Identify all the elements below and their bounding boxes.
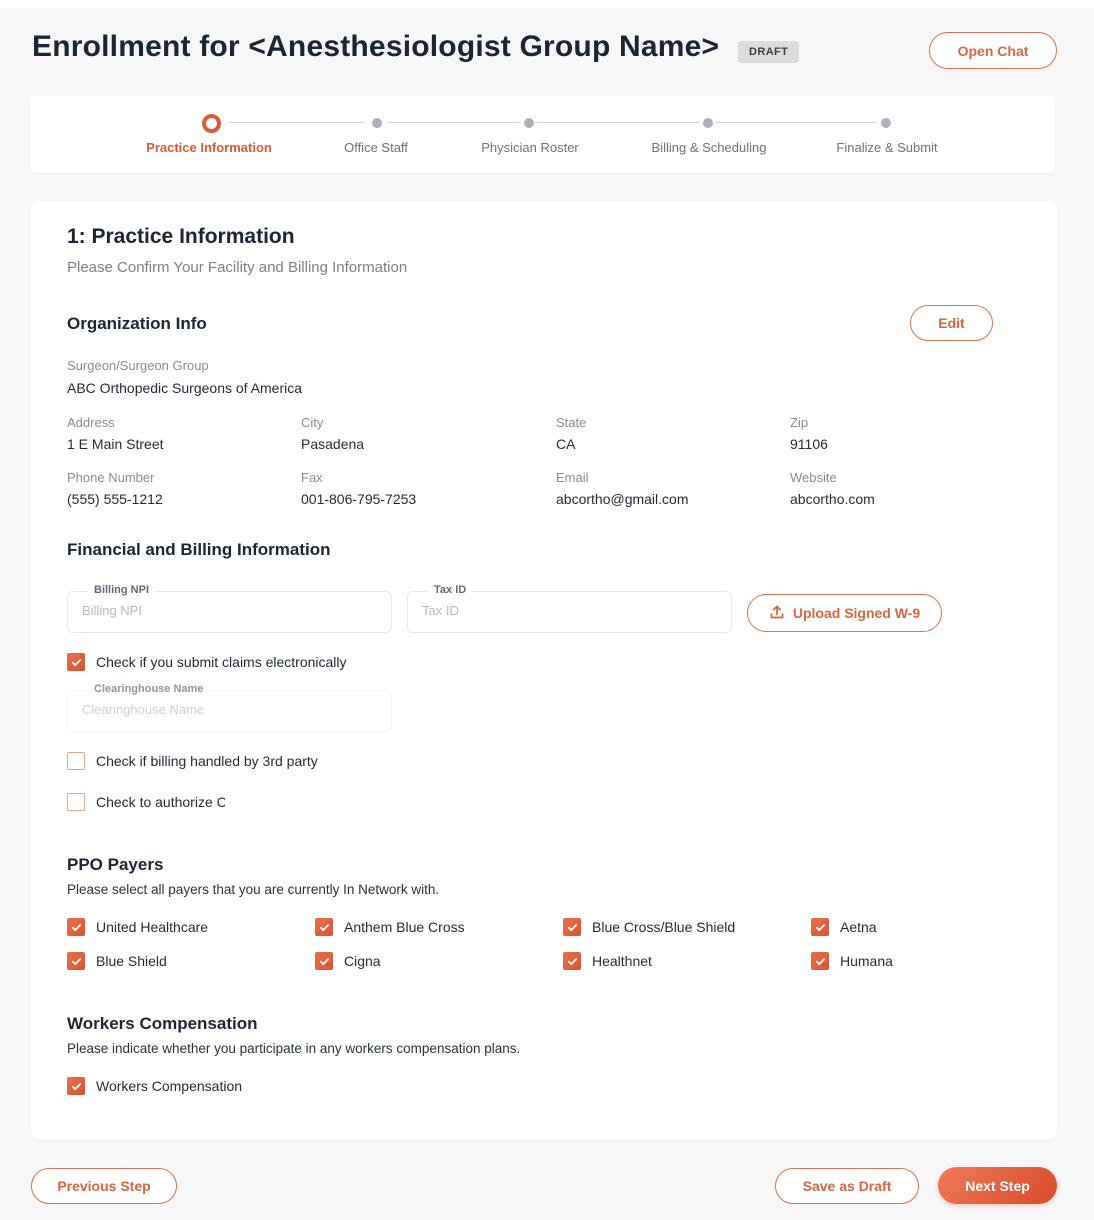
tax-id-field: Tax ID bbox=[407, 584, 732, 633]
checkbox-checked-icon bbox=[67, 653, 85, 671]
step-connector bbox=[387, 122, 521, 123]
email-label: Email bbox=[556, 470, 589, 485]
fax-label: Fax bbox=[301, 470, 323, 485]
payer-checkbox[interactable]: Blue Shield bbox=[67, 952, 167, 970]
fax-value: 001-806-795-7253 bbox=[301, 491, 417, 507]
practice-information-card: 1: Practice Information Please Confirm Y… bbox=[31, 201, 1057, 1139]
checkbox-checked-icon bbox=[811, 952, 829, 970]
billing-npi-label: Billing NPI bbox=[88, 584, 155, 596]
workers-comp-heading: Workers Compensation bbox=[67, 1014, 258, 1033]
address-value: 1 E Main Street bbox=[67, 436, 164, 452]
payer-label: Anthem Blue Cross bbox=[344, 919, 465, 935]
step-dot-icon bbox=[372, 118, 382, 128]
payer-checkbox[interactable]: Humana bbox=[811, 952, 893, 970]
save-as-draft-button[interactable]: Save as Draft bbox=[775, 1168, 919, 1204]
step-connector bbox=[715, 122, 877, 123]
payer-label: Aetna bbox=[840, 919, 877, 935]
payer-label: Blue Cross/Blue Shield bbox=[592, 919, 736, 935]
website-label: Website bbox=[790, 470, 837, 485]
organization-info-heading: Organization Info bbox=[67, 314, 207, 333]
checkbox-checked-icon bbox=[315, 918, 333, 936]
city-value: Pasadena bbox=[301, 436, 365, 452]
zip-label: Zip bbox=[790, 415, 809, 430]
city-label: City bbox=[301, 415, 324, 430]
step-connector bbox=[536, 122, 699, 123]
section-subtitle: Please Confirm Your Facility and Billing… bbox=[67, 259, 408, 276]
surgeon-group-label: Surgeon/Surgeon Group bbox=[67, 358, 209, 373]
financial-billing-heading: Financial and Billing Information bbox=[67, 540, 331, 559]
ppo-payers-description: Please select all payers that you are cu… bbox=[67, 882, 440, 897]
third-party-billing-checkbox[interactable]: Check if billing handled by 3rd party bbox=[67, 752, 318, 770]
clearinghouse-input[interactable] bbox=[82, 702, 377, 717]
zip-value: 91106 bbox=[790, 436, 828, 452]
upload-w9-button[interactable]: Upload Signed W-9 bbox=[747, 594, 942, 632]
tax-id-label: Tax ID bbox=[428, 584, 473, 596]
billing-npi-input[interactable] bbox=[82, 603, 377, 618]
step-billing-scheduling[interactable]: Billing & Scheduling bbox=[652, 140, 767, 155]
step-dot-icon bbox=[881, 118, 891, 128]
checkbox-checked-icon bbox=[67, 918, 85, 936]
step-practice-information[interactable]: Practice Information bbox=[146, 140, 272, 155]
payer-label: United Healthcare bbox=[96, 919, 209, 935]
payer-label: Blue Shield bbox=[96, 953, 167, 969]
progress-stepper: Practice Information Office Staff Physic… bbox=[30, 96, 1055, 173]
step-dot-icon bbox=[703, 118, 713, 128]
upload-icon bbox=[769, 604, 785, 623]
checkbox-unchecked-icon bbox=[67, 752, 85, 770]
ppo-payers-heading: PPO Payers bbox=[67, 855, 164, 874]
workers-comp-label: Workers Compensation bbox=[96, 1078, 243, 1094]
page-title: Enrollment for <Anesthesiologist Group N… bbox=[32, 30, 720, 63]
payer-checkbox[interactable]: Blue Cross/Blue Shield bbox=[563, 918, 735, 936]
next-step-button[interactable]: Next Step bbox=[938, 1167, 1057, 1204]
section-title: 1: Practice Information bbox=[67, 225, 295, 248]
checkbox-checked-icon bbox=[563, 918, 581, 936]
step-finalize-submit[interactable]: Finalize & Submit bbox=[836, 140, 937, 155]
authorize-label: Check to authorize C bbox=[96, 794, 225, 810]
phone-value: (555) 555-1212 bbox=[67, 491, 163, 507]
authorize-checkbox[interactable]: Check to authorize C bbox=[67, 793, 225, 811]
payer-checkbox[interactable]: Aetna bbox=[811, 918, 877, 936]
surgeon-group-value: ABC Orthopedic Surgeons of America bbox=[67, 380, 303, 396]
checkbox-checked-icon bbox=[67, 952, 85, 970]
electronic-claims-checkbox[interactable]: Check if you submit claims electronicall… bbox=[67, 653, 347, 671]
phone-label: Phone Number bbox=[67, 470, 155, 485]
website-value: abcortho.com bbox=[790, 491, 875, 507]
tax-id-input[interactable] bbox=[422, 603, 717, 618]
clearinghouse-label: Clearinghouse Name bbox=[88, 683, 210, 695]
step-connector bbox=[229, 122, 365, 123]
workers-comp-checkbox[interactable]: Workers Compensation bbox=[67, 1077, 242, 1095]
checkbox-checked-icon bbox=[67, 1077, 85, 1095]
checkbox-checked-icon bbox=[315, 952, 333, 970]
state-label: State bbox=[556, 415, 587, 430]
checkbox-checked-icon bbox=[811, 918, 829, 936]
checkbox-checked-icon bbox=[563, 952, 581, 970]
third-party-billing-label: Check if billing handled by 3rd party bbox=[96, 753, 318, 769]
step-physician-roster[interactable]: Physician Roster bbox=[481, 140, 579, 155]
payer-label: Humana bbox=[840, 953, 893, 969]
billing-npi-field: Billing NPI bbox=[67, 584, 392, 633]
clearinghouse-field: Clearinghouse Name bbox=[67, 683, 392, 732]
address-label: Address bbox=[67, 415, 115, 430]
email-value: abcortho@gmail.com bbox=[556, 491, 689, 507]
workers-comp-description: Please indicate whether you participate … bbox=[67, 1041, 521, 1056]
open-chat-button[interactable]: Open Chat bbox=[929, 32, 1057, 69]
payer-label: Healthnet bbox=[592, 953, 652, 969]
checkbox-unchecked-icon bbox=[67, 793, 85, 811]
previous-step-button[interactable]: Previous Step bbox=[31, 1168, 177, 1204]
step-dot-icon bbox=[524, 118, 534, 128]
payer-checkbox[interactable]: United Healthcare bbox=[67, 918, 208, 936]
step-office-staff[interactable]: Office Staff bbox=[344, 140, 408, 155]
top-strip bbox=[0, 0, 1094, 8]
electronic-claims-label: Check if you submit claims electronicall… bbox=[96, 654, 347, 670]
upload-w9-label: Upload Signed W-9 bbox=[792, 605, 921, 621]
status-badge: DRAFT bbox=[738, 41, 800, 63]
payer-checkbox[interactable]: Anthem Blue Cross bbox=[315, 918, 465, 936]
step-active-indicator-icon bbox=[202, 114, 221, 133]
edit-organization-button[interactable]: Edit bbox=[910, 305, 993, 341]
payer-label: Cigna bbox=[344, 953, 381, 969]
state-value: CA bbox=[556, 436, 576, 452]
payer-checkbox[interactable]: Cigna bbox=[315, 952, 381, 970]
payer-checkbox[interactable]: Healthnet bbox=[563, 952, 652, 970]
